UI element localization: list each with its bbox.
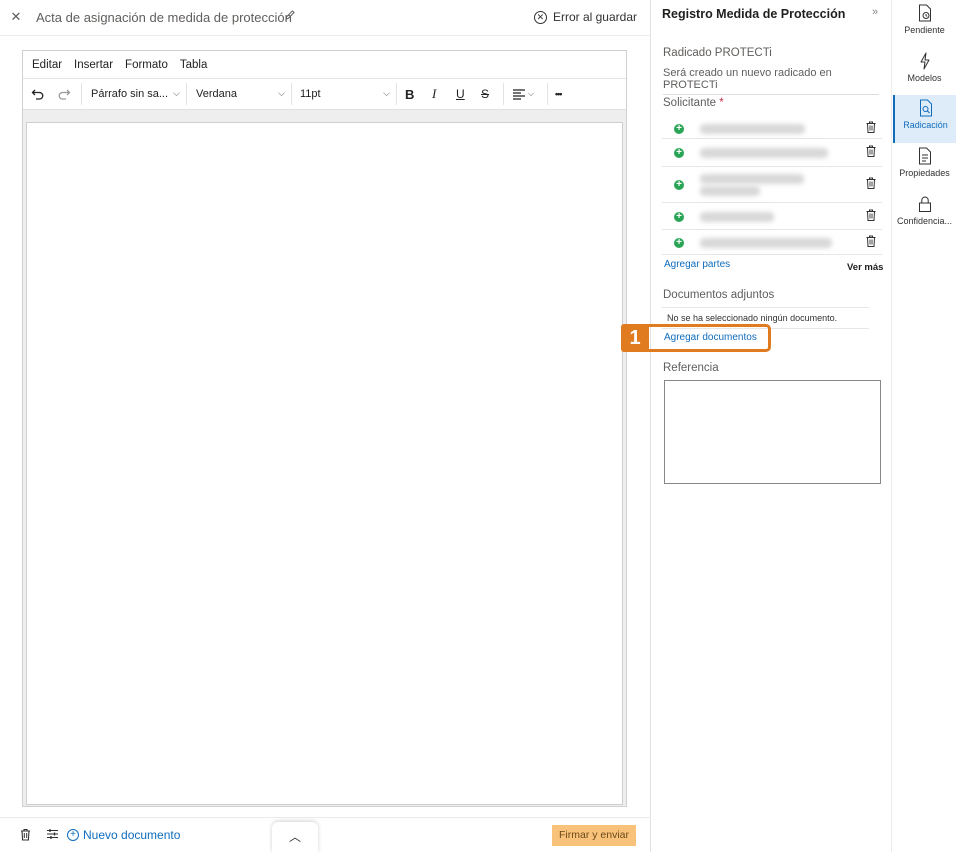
- trash-icon[interactable]: [866, 209, 876, 221]
- chevron-down-icon: ⌵: [383, 88, 390, 98]
- font-family-value: Verdana: [196, 88, 237, 100]
- see-more-link[interactable]: Ver más: [847, 262, 883, 273]
- rail-label: Confidencia...: [896, 216, 953, 226]
- add-circle-icon: +: [67, 829, 79, 841]
- redacted-party-name: [700, 174, 804, 184]
- rail-label: Pendiente: [904, 25, 945, 35]
- lock-icon: [918, 196, 931, 212]
- list-item: +: [662, 167, 882, 203]
- solicitante-label-text: Solicitante: [663, 97, 717, 109]
- settings-sliders-icon[interactable]: [46, 828, 59, 843]
- redacted-party-name: [700, 238, 832, 248]
- sign-and-send-button[interactable]: Firmar y enviar: [552, 825, 636, 846]
- doc-search-icon: [919, 99, 932, 117]
- add-party-icon[interactable]: +: [674, 238, 684, 248]
- solicitante-label: Solicitante *: [663, 97, 724, 109]
- radicado-value: Será creado un nuevo radicado en PROTECT…: [663, 67, 879, 95]
- new-document-label: Nuevo documento: [83, 828, 181, 842]
- font-family-select[interactable]: Verdana ⌵: [187, 79, 291, 109]
- redacted-party-name: [700, 212, 774, 222]
- doc-properties-icon: [918, 147, 931, 165]
- add-party-icon[interactable]: +: [674, 124, 684, 134]
- chevron-down-icon: ⌵: [278, 88, 285, 98]
- chevron-down-icon: ⌵: [528, 89, 535, 98]
- lightning-icon: [920, 52, 929, 70]
- editor-toolbar: Párrafo sin sa... ⌵ Verdana ⌵ 11pt ⌵ B I…: [23, 79, 626, 110]
- document-title: Acta de asignación de medida de protecci…: [36, 10, 292, 25]
- redacted-party-name: [700, 124, 805, 134]
- new-document-button[interactable]: + Nuevo documento: [67, 828, 180, 842]
- editor-menubar: Editar Insertar Formato Tabla: [23, 51, 626, 79]
- toolbar-divider: [396, 83, 397, 105]
- chevron-up-icon[interactable]: ︿: [272, 822, 318, 852]
- rich-text-editor: Editar Insertar Formato Tabla Párrafo si…: [22, 50, 627, 807]
- editor-footer: + Nuevo documento ︿ Firmar y enviar: [0, 817, 651, 852]
- step-number-badge: 1: [621, 324, 649, 352]
- editor-pane: ✕ Acta de asignación de medida de protec…: [0, 0, 651, 852]
- redacted-party-name: [700, 186, 760, 196]
- rail-item-pendiente[interactable]: Pendiente: [893, 0, 956, 48]
- add-party-icon[interactable]: +: [674, 212, 684, 222]
- list-item: +: [662, 116, 882, 139]
- attachments-label: Documentos adjuntos: [663, 289, 775, 301]
- trash-icon[interactable]: [866, 121, 876, 133]
- bold-button[interactable]: B: [405, 79, 419, 109]
- trash-icon[interactable]: [866, 235, 876, 247]
- menu-insertar[interactable]: Insertar: [74, 59, 113, 71]
- trash-icon[interactable]: [20, 828, 31, 844]
- chevron-down-icon: ⌵: [173, 88, 180, 98]
- close-icon[interactable]: ✕: [8, 9, 24, 25]
- add-documents-link[interactable]: Agregar documentos: [664, 332, 757, 343]
- side-icon-rail: Pendiente Modelos Radicación Propiedades…: [891, 0, 956, 852]
- paragraph-style-value: Párrafo sin sa...: [91, 88, 169, 100]
- add-parties-link[interactable]: Agregar partes: [664, 259, 730, 270]
- edit-pencil-icon[interactable]: [284, 9, 296, 24]
- required-mark: *: [719, 97, 724, 109]
- align-left-icon: [513, 89, 525, 100]
- save-error-label: Error al guardar: [552, 10, 637, 24]
- trash-icon[interactable]: [866, 177, 876, 189]
- redo-icon[interactable]: [57, 79, 73, 109]
- underline-button[interactable]: U: [456, 79, 470, 109]
- panel-title: Registro Medida de Protección: [662, 7, 846, 21]
- list-item: +: [662, 203, 882, 230]
- registration-panel: Registro Medida de Protección » Radicado…: [652, 0, 891, 852]
- rail-item-radicacion[interactable]: Radicación: [893, 95, 956, 143]
- collapse-panel-icon[interactable]: »: [872, 6, 878, 18]
- reference-textarea[interactable]: [664, 380, 881, 484]
- font-size-value: 11pt: [300, 88, 321, 100]
- paragraph-style-select[interactable]: Párrafo sin sa... ⌵: [82, 79, 186, 109]
- undo-icon[interactable]: [31, 79, 47, 109]
- toolbar-divider: [503, 83, 504, 105]
- italic-button[interactable]: I: [432, 79, 446, 109]
- rail-label: Modelos: [907, 73, 942, 83]
- menu-editar[interactable]: Editar: [32, 59, 62, 71]
- rail-label: Propiedades: [899, 168, 950, 178]
- party-list: + + + + +: [662, 116, 882, 255]
- menu-tabla[interactable]: Tabla: [180, 59, 208, 71]
- list-item: +: [662, 230, 882, 255]
- redacted-party-name: [700, 148, 828, 158]
- pending-doc-icon: [918, 4, 931, 22]
- menu-formato[interactable]: Formato: [125, 59, 168, 71]
- add-party-icon[interactable]: +: [674, 148, 684, 158]
- reference-label: Referencia: [663, 362, 719, 374]
- radicado-label: Radicado PROTECTi: [663, 47, 772, 59]
- error-circle-icon: ✕: [533, 10, 547, 24]
- trash-icon[interactable]: [866, 145, 876, 157]
- save-error-status[interactable]: ✕ Error al guardar: [533, 10, 637, 24]
- rail-item-confidencialidad[interactable]: Confidencia...: [893, 191, 956, 239]
- align-select[interactable]: ⌵: [512, 79, 540, 109]
- list-item: +: [662, 139, 882, 167]
- document-header: ✕ Acta de asignación de medida de protec…: [0, 0, 651, 36]
- more-options-button[interactable]: •••: [555, 79, 573, 109]
- toolbar-divider: [547, 83, 548, 105]
- add-party-icon[interactable]: +: [674, 180, 684, 190]
- rail-item-modelos[interactable]: Modelos: [893, 48, 956, 96]
- strikethrough-button[interactable]: S: [481, 79, 495, 109]
- font-size-select[interactable]: 11pt ⌵: [292, 79, 396, 109]
- rail-item-propiedades[interactable]: Propiedades: [893, 143, 956, 191]
- document-body-editable[interactable]: [26, 122, 623, 805]
- rail-label: Radicación: [903, 120, 948, 130]
